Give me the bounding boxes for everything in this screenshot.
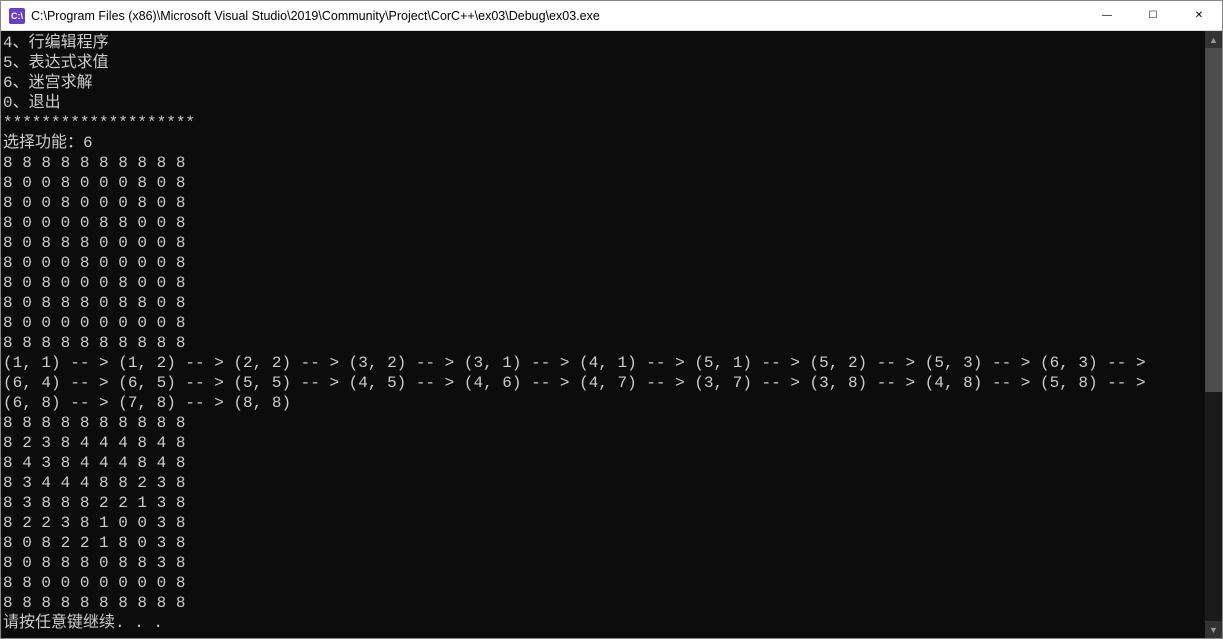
window-controls: — ☐ ✕ bbox=[1084, 1, 1222, 30]
console-output[interactable]: 4、行编辑程序 5、表达式求值 6、迷宫求解 0、退出 ************… bbox=[1, 31, 1205, 638]
window-frame: C:\ C:\Program Files (x86)\Microsoft Vis… bbox=[0, 0, 1223, 639]
maximize-button[interactable]: ☐ bbox=[1130, 1, 1176, 30]
scroll-down-icon[interactable]: ▼ bbox=[1205, 621, 1222, 638]
console-client-area: 4、行编辑程序 5、表达式求值 6、迷宫求解 0、退出 ************… bbox=[1, 31, 1222, 638]
window-title: C:\Program Files (x86)\Microsoft Visual … bbox=[31, 9, 1084, 23]
titlebar[interactable]: C:\ C:\Program Files (x86)\Microsoft Vis… bbox=[1, 1, 1222, 31]
scroll-track[interactable] bbox=[1205, 48, 1222, 621]
console-app-icon: C:\ bbox=[9, 8, 25, 24]
scroll-up-icon[interactable]: ▲ bbox=[1205, 31, 1222, 48]
minimize-button[interactable]: — bbox=[1084, 1, 1130, 30]
close-button[interactable]: ✕ bbox=[1176, 1, 1222, 30]
scroll-thumb[interactable] bbox=[1205, 48, 1222, 392]
vertical-scrollbar[interactable]: ▲ ▼ bbox=[1205, 31, 1222, 638]
